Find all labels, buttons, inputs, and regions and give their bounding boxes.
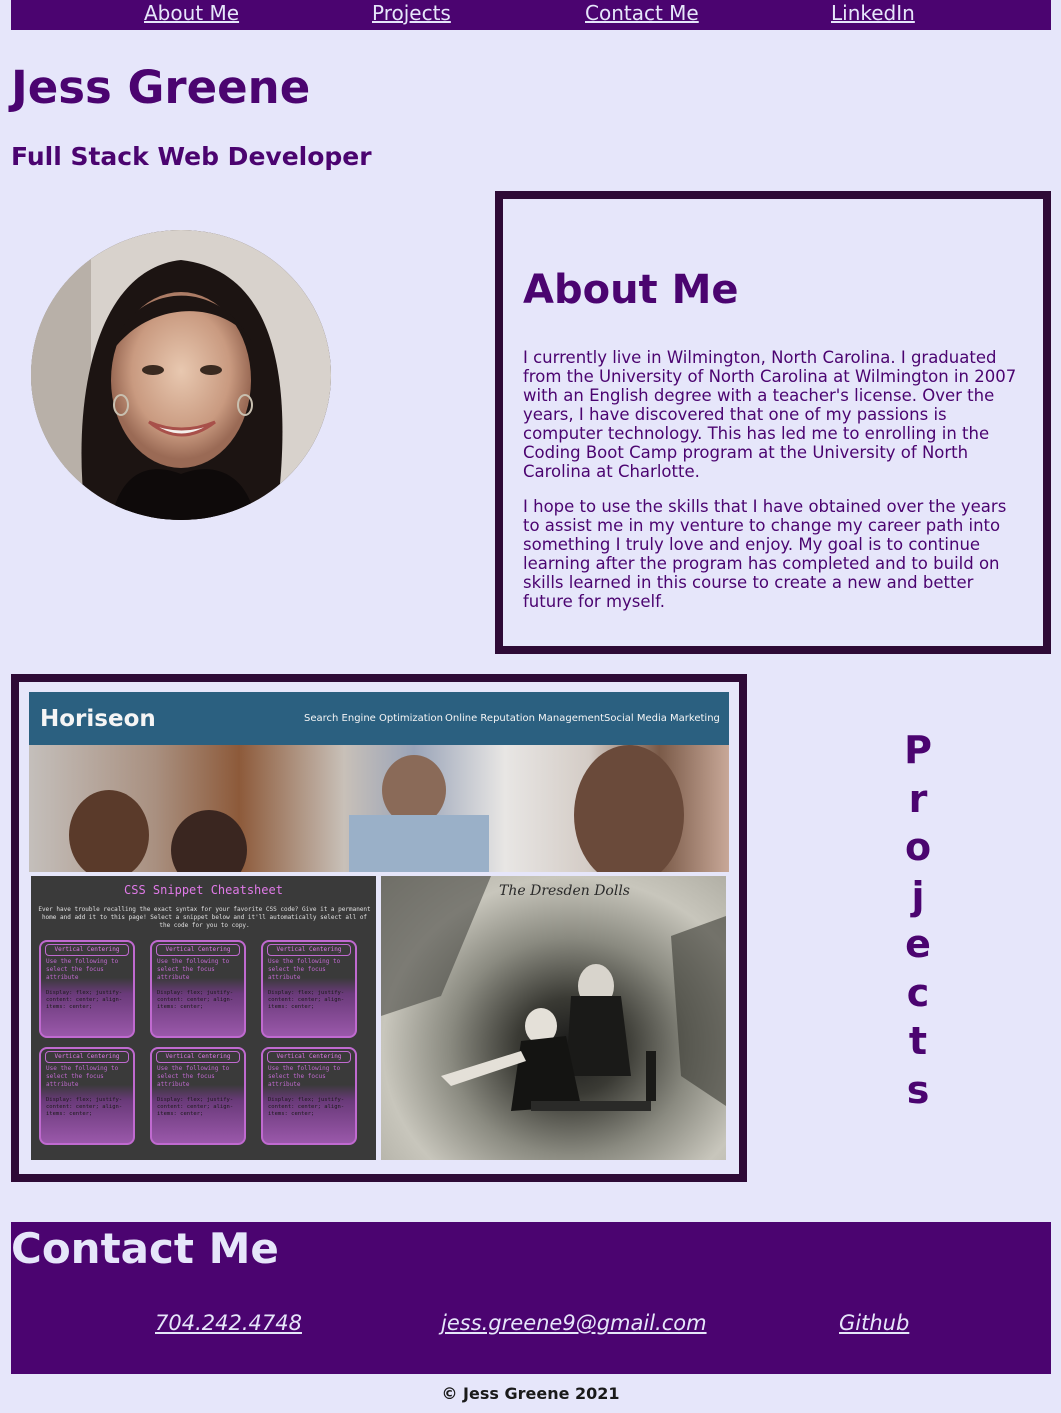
snippet-card-title: Vertical Centering [267, 1051, 351, 1063]
horiseon-hero-illustration [69, 745, 684, 872]
snippet-card-code: Display: flex; justify-content: center; … [46, 990, 123, 1010]
dresden-photo-illustration [381, 876, 726, 1111]
project-dresden-dolls[interactable]: The Dresden Dolls [381, 876, 726, 1160]
snippet-card-code: Display: flex; justify-content: center; … [46, 1097, 123, 1117]
avatar-portrait-image [31, 230, 331, 520]
projects-vertical-label: P r o j e c t s [898, 726, 938, 1114]
contact-github-link[interactable]: Github [839, 1310, 909, 1336]
page-title: Jess Greene [11, 61, 311, 114]
projects-gallery: Horiseon Search Engine Optimization Onli… [11, 674, 747, 1182]
projects-label-letter: P [904, 728, 932, 772]
snippet-card-title: Vertical Centering [156, 1051, 240, 1063]
projects-label-letter: r [908, 776, 928, 821]
snippet-card-title: Vertical Centering [267, 944, 351, 956]
snippet-card-desc: Use the following to select the focus at… [46, 958, 119, 981]
snippet-card-code: Display: flex; justify-content: center; … [268, 1097, 345, 1117]
avatar [31, 230, 331, 520]
snippet-card: Vertical Centering Use the following to … [150, 940, 246, 1038]
snippet-card-desc: Use the following to select the focus at… [157, 1065, 230, 1088]
projects-label-letter: s [906, 1067, 930, 1112]
horiseon-link-social: Social Media Marketing [604, 713, 720, 724]
horiseon-hero-image [29, 745, 729, 872]
page-subtitle: Full Stack Web Developer [11, 142, 372, 171]
projects-label-letter: t [908, 1019, 928, 1063]
snippet-card-title: Vertical Centering [45, 1051, 129, 1063]
nav-link-about[interactable]: About Me [144, 0, 239, 26]
horiseon-header-bar: Horiseon Search Engine Optimization Onli… [29, 692, 729, 745]
project-css-cheatsheet[interactable]: CSS Snippet Cheatsheet Ever have trouble… [31, 876, 376, 1160]
horiseon-link-seo: Search Engine Optimization [304, 713, 443, 724]
contact-heading: Contact Me [11, 1224, 279, 1273]
snippet-card-desc: Use the following to select the focus at… [46, 1065, 119, 1088]
contact-email-link[interactable]: jess.greene9@gmail.com [441, 1310, 707, 1336]
about-paragraph-1: I currently live in Wilmington, North Ca… [523, 348, 1017, 481]
footer-copyright: © Jess Greene 2021 [441, 1384, 620, 1403]
projects-label-letter: c [906, 970, 930, 1015]
snippet-card-title: Vertical Centering [45, 944, 129, 956]
nav-link-linkedin[interactable]: LinkedIn [831, 0, 915, 26]
about-section: About Me I currently live in Wilmington,… [495, 191, 1051, 654]
projects-label-letter: e [905, 922, 931, 966]
project-horiseon[interactable]: Horiseon Search Engine Optimization Onli… [29, 692, 729, 872]
snippet-card: Vertical Centering Use the following to … [261, 940, 357, 1038]
snippet-card: Vertical Centering Use the following to … [39, 940, 135, 1038]
snippet-card-code: Display: flex; justify-content: center; … [268, 990, 345, 1010]
snippet-card-desc: Use the following to select the focus at… [268, 1065, 341, 1088]
snippet-card-code: Display: flex; justify-content: center; … [157, 1097, 234, 1117]
contact-phone-link[interactable]: 704.242.4748 [155, 1310, 302, 1336]
contact-section: Contact Me 704.242.4748 jess.greene9@gma… [11, 1222, 1051, 1374]
horiseon-logo: Horiseon [40, 706, 156, 732]
snippet-card-desc: Use the following to select the focus at… [157, 958, 230, 981]
snippet-card-title: Vertical Centering [156, 944, 240, 956]
projects-label-letter: j [911, 873, 925, 918]
about-heading: About Me [523, 267, 739, 313]
top-nav: About Me Projects Contact Me LinkedIn [11, 0, 1051, 30]
snippet-card-desc: Use the following to select the focus at… [268, 958, 341, 981]
snippet-card: Vertical Centering Use the following to … [150, 1047, 246, 1145]
horiseon-link-reputation: Online Reputation Management [445, 713, 605, 724]
nav-link-contact[interactable]: Contact Me [585, 0, 699, 26]
css-cheatsheet-title: CSS Snippet Cheatsheet [124, 883, 283, 897]
snippet-card: Vertical Centering Use the following to … [261, 1047, 357, 1145]
snippet-card: Vertical Centering Use the following to … [39, 1047, 135, 1145]
about-paragraph-2: I hope to use the skills that I have obt… [523, 497, 1007, 611]
snippet-card-code: Display: flex; justify-content: center; … [157, 990, 234, 1010]
nav-link-projects[interactable]: Projects [372, 0, 451, 26]
projects-label-letter: o [904, 825, 932, 869]
css-cheatsheet-subtitle: Ever have trouble recalling the exact sy… [38, 906, 371, 929]
